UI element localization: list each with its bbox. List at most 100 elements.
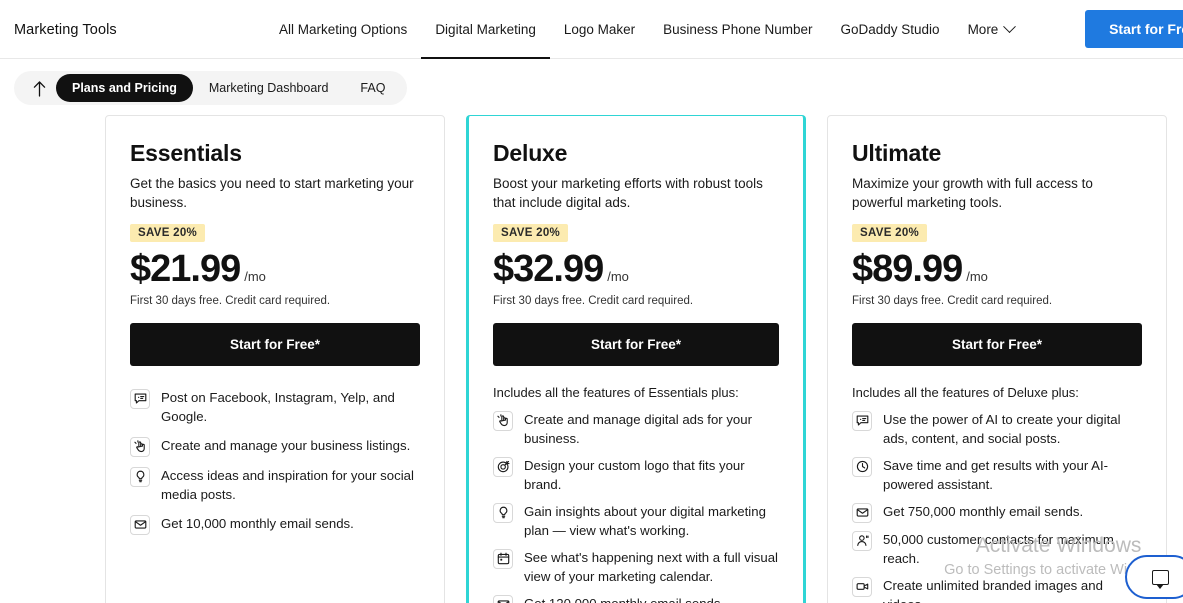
feature-text: Design your custom logo that fits your b… [524, 457, 745, 493]
start-for-free-button-ultimate[interactable]: Start for Free* [852, 322, 1142, 366]
feature-text: Create and manage digital ads for your b… [524, 411, 752, 447]
pricing-cards-container: Essentials Get the basics you need to sta… [0, 115, 1183, 603]
header-start-for-free-button[interactable]: Start for Free [1085, 10, 1183, 48]
plan-tagline: Boost your marketing efforts with robust… [493, 176, 763, 210]
envelope-icon [852, 502, 872, 523]
save-badge: SAVE 20% [852, 224, 928, 242]
plan-period: /mo [607, 269, 629, 284]
plan-name: Ultimate [852, 140, 942, 166]
start-for-free-button-deluxe[interactable]: Start for Free* [493, 322, 779, 366]
feature-text: Use the power of AI to create your digit… [883, 411, 1121, 447]
feature-list: Post on Facebook, Instagram, Yelp, and G… [130, 388, 420, 535]
nav-link-logo-maker[interactable]: Logo Maker [550, 0, 649, 59]
feature-item: Post on Facebook, Instagram, Yelp, and G… [130, 388, 420, 427]
feature-text: See what's happening next with a full vi… [524, 549, 778, 585]
top-navigation-bar: Marketing Tools All Marketing Options Dig… [0, 0, 1183, 59]
chat-bubble-icon [130, 388, 150, 409]
plan-includes-note: Includes all the features of Essentials … [493, 384, 739, 400]
person-icon [852, 530, 872, 551]
feature-item: Get 750,000 monthly email sends. [852, 502, 1142, 523]
feature-item: Gain insights about your digital marketi… [493, 502, 779, 541]
target-icon [493, 456, 513, 477]
plan-tagline: Get the basics you need to start marketi… [130, 176, 414, 210]
plan-price: $89.99 [852, 248, 963, 290]
chat-widget-icon [1151, 569, 1169, 589]
subnav-tab-plans-and-pricing[interactable]: Plans and Pricing [56, 74, 193, 102]
feature-text: 50,000 customer contacts for maximum rea… [883, 531, 1114, 567]
pricing-card-ultimate: Ultimate Maximize your growth with full a… [827, 115, 1167, 603]
plan-includes-note: Includes all the features of Deluxe plus… [852, 384, 1079, 400]
feature-item: Create unlimited branded images and vide… [852, 576, 1142, 603]
subnav-wrapper: Plans and Pricing Marketing Dashboard FAQ [0, 59, 1183, 105]
nav-link-business-phone-number[interactable]: Business Phone Number [649, 0, 826, 59]
up-arrow-icon[interactable] [26, 75, 52, 101]
chat-bubble-icon [852, 410, 872, 431]
lightbulb-icon [130, 466, 150, 487]
nav-link-all-marketing-options[interactable]: All Marketing Options [279, 0, 421, 59]
subnav-tab-marketing-dashboard[interactable]: Marketing Dashboard [193, 74, 345, 102]
feature-list: Create and manage digital ads for your b… [493, 410, 779, 603]
nav-link-more[interactable]: More [954, 0, 1029, 59]
feature-text: Get 10,000 monthly email sends. [161, 515, 354, 531]
feature-item: Save time and get results with your AI-p… [852, 456, 1142, 495]
feature-text: Post on Facebook, Instagram, Yelp, and G… [161, 389, 395, 425]
nav-link-label: All Marketing Options [279, 22, 408, 37]
plan-name: Deluxe [493, 140, 568, 166]
chat-widget-button[interactable] [1125, 555, 1183, 599]
chevron-down-icon [1003, 20, 1017, 34]
nav-link-godaddy-studio[interactable]: GoDaddy Studio [827, 0, 954, 59]
feature-item: Create and manage digital ads for your b… [493, 410, 779, 449]
primary-nav: All Marketing Options Digital Marketing Lo… [279, 0, 1028, 59]
plan-period: /mo [244, 269, 266, 284]
save-badge: SAVE 20% [130, 224, 206, 242]
feature-list: Use the power of AI to create your digit… [852, 410, 1142, 603]
plan-period: /mo [966, 269, 988, 284]
nav-link-label: More [967, 22, 999, 37]
plan-fineprint: First 30 days free. Credit card required… [852, 294, 1053, 307]
page-root: Marketing Tools All Marketing Options Dig… [0, 0, 1183, 603]
feature-item: 50,000 customer contacts for maximum rea… [852, 530, 1142, 569]
plan-name: Essentials [130, 140, 242, 166]
save-badge: SAVE 20% [493, 224, 569, 242]
feature-item: Design your custom logo that fits your b… [493, 456, 779, 495]
feature-text: Save time and get results with your AI-p… [883, 457, 1109, 493]
feature-text: Create unlimited branded images and vide… [883, 577, 1103, 603]
pricing-card-deluxe: Deluxe Boost your marketing efforts with … [466, 115, 806, 603]
envelope-icon [130, 514, 150, 535]
feature-text: Get 750,000 monthly email sends. [883, 503, 1084, 519]
envelope-icon [493, 594, 513, 603]
plan-fineprint: First 30 days free. Credit card required… [493, 294, 694, 307]
subnav-pill-bar: Plans and Pricing Marketing Dashboard FAQ [14, 71, 408, 105]
price-row: $32.99/mo [493, 248, 779, 290]
plan-tagline: Maximize your growth with full access to… [852, 176, 1093, 210]
feature-text: Gain insights about your digital marketi… [524, 503, 766, 539]
price-row: $21.99/mo [130, 248, 420, 290]
feature-item: Get 10,000 monthly email sends. [130, 514, 420, 535]
clock-icon [852, 456, 872, 477]
feature-text: Access ideas and inspiration for your so… [161, 467, 414, 503]
feature-item: See what's happening next with a full vi… [493, 548, 779, 587]
plan-fineprint: First 30 days free. Credit card required… [130, 294, 331, 307]
feature-item: Access ideas and inspiration for your so… [130, 466, 420, 505]
nav-link-label: GoDaddy Studio [840, 22, 940, 37]
hand-tap-icon [130, 436, 150, 457]
pricing-card-essentials: Essentials Get the basics you need to sta… [105, 115, 445, 603]
subnav-tab-faq[interactable]: FAQ [344, 74, 401, 102]
nav-link-label: Business Phone Number [663, 22, 813, 37]
feature-text: Create and manage your business listings… [161, 437, 411, 453]
hand-tap-icon [493, 410, 513, 431]
calendar-icon [493, 548, 513, 569]
lightbulb-icon [493, 502, 513, 523]
feature-item: Get 120,000 monthly email sends. [493, 594, 779, 603]
brand-title: Marketing Tools [14, 22, 117, 38]
plan-price: $21.99 [130, 248, 241, 290]
feature-item: Create and manage your business listings… [130, 436, 420, 457]
nav-link-label: Logo Maker [563, 22, 636, 37]
plan-price: $32.99 [493, 248, 604, 290]
feature-item: Use the power of AI to create your digit… [852, 410, 1142, 449]
start-for-free-button-essentials[interactable]: Start for Free* [130, 322, 420, 366]
video-icon [852, 576, 872, 597]
nav-link-digital-marketing[interactable]: Digital Marketing [421, 0, 550, 59]
price-row: $89.99/mo [852, 248, 1142, 290]
feature-text: Get 120,000 monthly email sends. [524, 594, 724, 603]
